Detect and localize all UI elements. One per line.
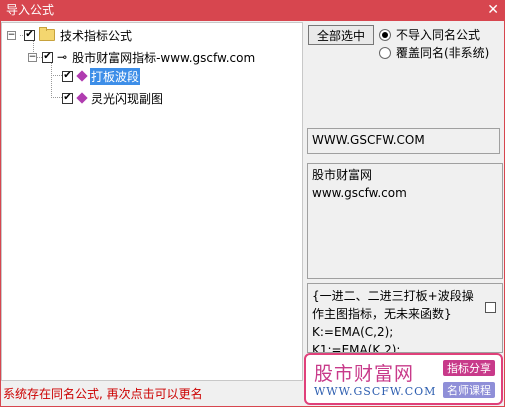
tree-item-label: 灵光闪现副图 — [91, 91, 164, 106]
description-box: 股市财富网 www.gscfw.com — [307, 163, 503, 279]
watermark-url: WWW.GSCFW.COM — [314, 385, 437, 398]
tree-group-label: 股市财富网指标-www.gscfw.com — [72, 50, 256, 65]
tree-item-daban[interactable]: ✔ 打板波段 — [62, 67, 141, 85]
collapse-icon[interactable]: − — [7, 30, 16, 40]
watermark-tag-share: 指标分享 — [443, 360, 495, 376]
select-all-button[interactable]: 全部选中 — [308, 25, 374, 45]
info-url-box: WWW.GSCFW.COM — [307, 128, 500, 154]
close-icon[interactable]: ✕ — [487, 2, 499, 18]
formula-line: 作主图指标，无未来函数} — [312, 307, 452, 321]
folder-icon — [39, 27, 55, 41]
radio-no-import[interactable]: 不导入同名公式 — [379, 26, 480, 43]
formula-line: K:=EMA(C,2); — [312, 325, 394, 339]
radio-label: 覆盖同名(非系统) — [396, 46, 490, 60]
info-url: WWW.GSCFW.COM — [312, 133, 425, 147]
site-watermark: 股市财富网 WWW.GSCFW.COM 指标分享 名师课程 — [304, 353, 503, 405]
tree-node-group[interactable]: − ✔ ⊸ 股市财富网指标-www.gscfw.com — [28, 48, 255, 66]
description-line: 股市财富网 — [312, 168, 373, 182]
radio-overwrite[interactable]: 覆盖同名(非系统) — [379, 44, 489, 61]
formula-icon — [76, 92, 88, 104]
tree-connector — [51, 75, 62, 76]
key-icon: ⊸ — [57, 50, 68, 64]
formula-line: {一进二、二进三打板+波段操 — [312, 289, 474, 303]
watermark-tag-course: 名师课程 — [443, 382, 495, 398]
item-checkbox[interactable]: ✔ — [62, 70, 73, 82]
window-title: 导入公式 — [6, 3, 55, 17]
watermark-title: 股市财富网 — [314, 363, 415, 385]
tree-item-label: 打板波段 — [90, 67, 141, 85]
tree-connector — [51, 97, 62, 98]
title-bar: 导入公式 ✕ — [0, 0, 505, 21]
formula-icon — [76, 70, 88, 82]
group-checkbox[interactable]: ✔ — [42, 51, 53, 63]
root-checkbox[interactable]: ✔ — [24, 29, 35, 41]
formula-tree[interactable]: − ✔ 技术指标公式 − ✔ ⊸ 股市财富网指标-www.gscfw.com ✔… — [1, 22, 303, 381]
formula-preview: {一进二、二进三打板+波段操 作主图指标，无未来函数} K:=EMA(C,2);… — [307, 283, 503, 353]
formula-line: K1:=EMA(K,2); — [312, 343, 401, 353]
status-message: 系统存在同名公式, 再次点击可以更名 — [3, 387, 203, 401]
tree-item-lingguang[interactable]: ✔ 灵光闪现副图 — [62, 89, 163, 107]
item-checkbox[interactable]: ✔ — [62, 92, 73, 104]
description-line: www.gscfw.com — [312, 186, 407, 200]
radio-label: 不导入同名公式 — [396, 28, 481, 42]
collapse-icon[interactable]: − — [28, 52, 37, 62]
tree-root-label: 技术指标公式 — [60, 28, 133, 43]
formula-checkbox[interactable] — [485, 302, 496, 313]
tree-node-root[interactable]: − ✔ 技术指标公式 — [7, 26, 132, 44]
radio-button[interactable] — [379, 46, 391, 59]
radio-button[interactable] — [379, 28, 391, 41]
tree-connector — [51, 63, 52, 98]
